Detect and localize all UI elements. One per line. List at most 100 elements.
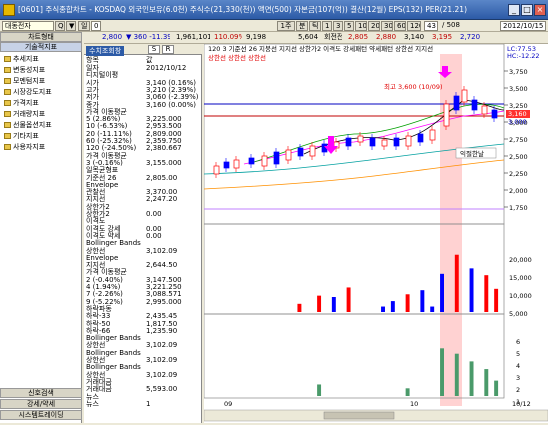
tree-item-futures[interactable]: 선물옵션지표	[4, 120, 52, 130]
candle-body	[417, 133, 424, 143]
candle-body	[273, 151, 280, 165]
inspector-r-button[interactable]: R	[162, 45, 174, 54]
chart-area[interactable]: 120 3 기준선 26 지붕선 지지선 상한가2 이격도 강세패턴 약세패턴 …	[203, 43, 548, 423]
candle-body	[443, 103, 450, 127]
price-chart[interactable]: 120 3 기준선 26 지붕선 지지선 상한가2 이격도 강세패턴 약세패턴 …	[203, 43, 548, 423]
min-30[interactable]: 30	[381, 21, 393, 31]
min-5[interactable]: 5	[344, 21, 354, 31]
high-annotation: 최고 3,600 (10/09)	[384, 82, 443, 91]
inspector-s-button[interactable]: S	[148, 45, 160, 54]
tree-item-market-strength[interactable]: 시장강도지표	[4, 87, 52, 97]
min-1[interactable]: 1	[322, 21, 332, 31]
inspector-row-value: 2,995.000	[146, 297, 182, 306]
volume-axis-label: 10,000	[509, 292, 532, 300]
system-trading-tab[interactable]: 시스템트레이딩	[0, 410, 82, 420]
date-field[interactable]: 2012/10/15	[500, 21, 546, 31]
folder-icon	[4, 144, 11, 150]
volume-bar	[297, 303, 302, 312]
chart-legend: 120 3 기준선 26 지붕선 지지선 상한가2 이격도 강세패턴 약세패턴 …	[208, 44, 433, 53]
maximize-button[interactable]: □	[521, 4, 533, 16]
minute-button[interactable]: 분	[296, 21, 308, 31]
minimize-button[interactable]: _	[508, 4, 520, 16]
week-button[interactable]: 1주	[277, 21, 295, 31]
candle-body	[233, 159, 240, 169]
amount-bar	[454, 353, 459, 396]
tree-item-other[interactable]: 기타지표	[4, 131, 39, 141]
value-inspector: 수치조회창 S R 항목 값 일자 2012/10/12 디지털이평 시가 3,140…	[84, 44, 202, 423]
day-button[interactable]: 일	[78, 21, 90, 31]
volume-bar	[469, 268, 474, 312]
volume-ratio: 110.09%	[214, 33, 242, 41]
tree-item-user[interactable]: 사용자지표	[4, 142, 45, 152]
tooltip-text: 익절한날	[460, 149, 484, 158]
volume-bar	[346, 287, 351, 312]
min-60[interactable]: 60	[394, 21, 406, 31]
folder-icon	[4, 122, 11, 128]
inspector-row-value: 3,155.000	[146, 158, 182, 167]
inspector-row-value: 1,235.90	[146, 326, 178, 335]
turnover-label: 회전전	[324, 33, 342, 41]
stock-code-input[interactable]: 대동전자	[2, 21, 54, 31]
chart-legend2: 상한선 상한선 상한선	[208, 53, 266, 62]
tree-item-momentum[interactable]: 모멘텀지표	[4, 76, 45, 86]
min-3[interactable]: 3	[333, 21, 343, 31]
folder-icon	[4, 111, 11, 117]
inspector-row-value: 3,102.09	[146, 356, 178, 364]
hc-tag: HC:-12.22	[507, 52, 540, 60]
amount-axis-label: 3	[516, 374, 520, 382]
candle-body	[471, 99, 478, 111]
folder-icon	[4, 78, 11, 84]
folder-icon	[4, 100, 11, 106]
dropdown-icon[interactable]: ▼	[66, 21, 76, 31]
amount-axis-label: 2	[516, 386, 520, 394]
candle-body	[393, 137, 400, 147]
inspector-row-value: 1	[146, 399, 151, 408]
volume-bar	[454, 254, 459, 312]
candle-body	[405, 135, 412, 147]
close-button[interactable]: ×	[534, 4, 546, 16]
min-20[interactable]: 20	[368, 21, 380, 31]
price-axis-label: 1,750	[509, 204, 528, 212]
tree-item-price[interactable]: 가격지표	[4, 98, 39, 108]
tree-item-volatility[interactable]: 변동성지표	[4, 65, 45, 75]
search-button[interactable]: Q	[55, 21, 65, 31]
amount-axis-label: 6	[516, 338, 520, 346]
folder-icon	[4, 56, 11, 62]
title-bar: [0601] 주식종합차트 - KOSDAQ 외국인보유(6.0천) 주식수(2…	[0, 0, 548, 20]
amount-axis-label: 4	[516, 362, 520, 370]
candle-body	[381, 139, 388, 147]
tick-button[interactable]: 틱	[309, 21, 321, 31]
candle-body	[461, 89, 468, 103]
volume-bar	[331, 297, 336, 312]
min-120[interactable]: 120	[407, 21, 421, 31]
candle-body	[248, 157, 255, 165]
tree-item-volume[interactable]: 거래량지표	[4, 109, 45, 119]
signal-search-tab[interactable]: 신호검색	[0, 388, 82, 398]
col-header-item: 항목	[86, 56, 99, 64]
price-axis-label: 3,250	[509, 102, 528, 110]
upper-limit: 3,195	[432, 33, 453, 41]
min-10[interactable]: 10	[355, 21, 367, 31]
volume-bar	[420, 290, 425, 312]
volume-bar	[430, 306, 435, 312]
candle-body	[429, 129, 436, 141]
main-toolbar: 대동전자 Q ▼ 일 0 1주 분 틱 1 3 5 10 20 30 60 12…	[0, 20, 548, 32]
candle-body	[453, 95, 460, 111]
candle-body	[297, 147, 304, 157]
inspector-row-value: 3,102.09	[146, 246, 178, 255]
candle-body	[345, 137, 352, 147]
candle-body	[491, 109, 498, 119]
volume-axis-label: 5,000	[509, 310, 528, 318]
chart-type-header[interactable]: 차트형태	[0, 32, 82, 42]
strength-tab[interactable]: 강세/약세	[0, 399, 82, 409]
inspector-row-value: 2,644.50	[146, 261, 178, 270]
amount-bar	[469, 361, 474, 396]
volume-bar	[494, 288, 499, 312]
tech-indicator-header[interactable]: 기술적지표	[0, 42, 82, 52]
tree-item-trend[interactable]: 추세지표	[4, 54, 39, 64]
day-count[interactable]: 0	[91, 21, 101, 31]
candle-body	[369, 137, 376, 147]
candle-body	[213, 165, 220, 175]
inspector-row-value: 3,102.09	[146, 341, 178, 350]
count-input[interactable]: 43	[424, 21, 438, 31]
